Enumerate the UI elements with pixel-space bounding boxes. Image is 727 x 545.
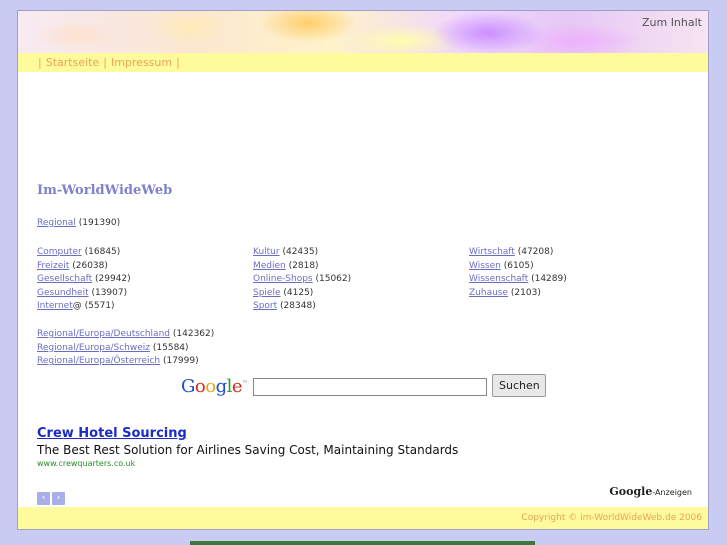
category-item: Spiele (4125) (253, 287, 351, 301)
category-count: (2818) (288, 260, 319, 271)
search-input[interactable] (253, 378, 487, 396)
category-link-regional[interactable]: Regional (37, 218, 76, 228)
category-link-freizeit[interactable]: Freizeit (37, 261, 69, 271)
category-link-medien[interactable]: Medien (253, 261, 286, 271)
category-column-1: Computer (16845) Freizeit (26038) Gesell… (37, 246, 131, 314)
category-count: (5571) (84, 301, 115, 312)
category-column-3: Wirtschaft (47208) Wissen (6105) Wissens… (469, 246, 567, 300)
bottom-strip (190, 541, 535, 545)
category-link-computer[interactable]: Computer (37, 247, 82, 257)
category-suffix: @ (72, 301, 82, 312)
category-item: Wissen (6105) (469, 260, 567, 274)
subregion-link-schweiz[interactable]: Regional/Europa/Schweiz (37, 343, 150, 353)
subregion-list: Regional/Europa/Deutschland (142362) Reg… (37, 328, 214, 369)
nav-separator: | (38, 56, 42, 69)
category-count: (15062) (315, 274, 352, 285)
page-container: Zum Inhalt | Startseite | Impressum | Im-Wor… (17, 10, 709, 530)
google-logo: Google™ (181, 376, 248, 397)
google-ads-label[interactable]: Google-Anzeigen (609, 485, 692, 498)
category-count: (17999) (162, 356, 199, 367)
nav-separator: | (176, 56, 180, 69)
category-item: Wirtschaft (47208) (469, 246, 567, 260)
ad-block: Crew Hotel Sourcing The Best Rest Soluti… (37, 426, 458, 468)
category-count: (28348) (280, 301, 316, 312)
category-item: Computer (16845) (37, 246, 131, 260)
category-item: Gesundheit (13907) (37, 287, 131, 301)
google-ads-brand: Google (609, 485, 653, 498)
ad-text: The Best Rest Solution for Airlines Savi… (37, 443, 459, 457)
ad-navigation: ‹ › (37, 485, 67, 505)
subregion-link-deutschland[interactable]: Regional/Europa/Deutschland (37, 329, 170, 339)
previous-ad-icon[interactable]: ‹ (37, 492, 50, 505)
copyright-text: Copyright © im-WorldWideWeb.de 2006 (521, 513, 702, 523)
category-link-gesellschaft[interactable]: Gesellschaft (37, 274, 92, 284)
category-item: Zuhause (2103) (469, 287, 567, 301)
site-title: Im-WorldWideWeb (37, 183, 173, 198)
category-item: Online-Shops (15062) (253, 273, 351, 287)
category-count: (142362) (172, 329, 215, 339)
category-item: Wissenschaft (14289) (469, 273, 567, 287)
category-item: Gesellschaft (29942) (37, 273, 131, 287)
category-item: Medien (2818) (253, 260, 351, 274)
category-link-gesundheit[interactable]: Gesundheit (37, 288, 89, 298)
footer: Copyright © im-WorldWideWeb.de 2006 (18, 507, 708, 529)
category-count: (4125) (283, 287, 314, 298)
regional-entry: Regional (191390) (37, 218, 120, 228)
ad-url-link[interactable]: www.crewquarters.co.uk (37, 459, 458, 468)
skip-to-content-link[interactable]: Zum Inhalt (642, 16, 702, 29)
category-link-wissen[interactable]: Wissen (469, 261, 501, 271)
trademark-symbol: ™ (242, 380, 248, 387)
header-banner: Zum Inhalt (18, 11, 708, 53)
category-column-2: Kultur (42435) Medien (2818) Online-Shop… (253, 246, 351, 314)
category-count: (47208) (517, 247, 554, 257)
category-count: (6105) (503, 260, 534, 271)
category-count: (191390) (78, 218, 121, 228)
nav-impressum[interactable]: Impressum (111, 56, 172, 69)
category-link-sport[interactable]: Sport (253, 301, 277, 311)
category-count: (26038) (72, 260, 108, 271)
category-link-spiele[interactable]: Spiele (253, 288, 281, 298)
category-count: (2103) (510, 287, 541, 298)
category-link-zuhause[interactable]: Zuhause (469, 288, 508, 298)
nav-startseite[interactable]: Startseite (46, 56, 100, 69)
ad-title-link[interactable]: Crew Hotel Sourcing (37, 426, 458, 441)
category-count: (42435) (282, 247, 319, 257)
category-count: (14289) (531, 274, 567, 285)
subregion-link-oesterreich[interactable]: Regional/Europa/Österreich (37, 356, 160, 366)
category-item: Internet@ (5571) (37, 300, 131, 314)
nav-bar: | Startseite | Impressum | (18, 53, 708, 72)
category-link-online-shops[interactable]: Online-Shops (253, 274, 313, 284)
category-item: Freizeit (26038) (37, 260, 131, 274)
subregion-item: Regional/Europa/Schweiz (15584) (37, 342, 214, 356)
category-link-wissenschaft[interactable]: Wissenschaft (469, 274, 528, 284)
subregion-item: Regional/Europa/Deutschland (142362) (37, 328, 214, 342)
category-link-wirtschaft[interactable]: Wirtschaft (469, 247, 515, 257)
category-count: (15584) (152, 342, 189, 353)
category-link-kultur[interactable]: Kultur (253, 247, 280, 257)
category-link-internet[interactable]: Internet (37, 301, 73, 311)
nav-separator: | (103, 56, 107, 69)
category-item: Sport (28348) (253, 300, 351, 314)
category-count: (13907) (91, 287, 128, 298)
next-ad-icon[interactable]: › (52, 492, 65, 505)
search-button[interactable]: Suchen (492, 374, 546, 397)
category-count: (29942) (95, 274, 131, 285)
category-item: Kultur (42435) (253, 246, 351, 260)
subregion-item: Regional/Europa/Österreich (17999) (37, 355, 214, 369)
category-count: (16845) (84, 247, 121, 257)
google-ads-text: -Anzeigen (652, 488, 692, 497)
